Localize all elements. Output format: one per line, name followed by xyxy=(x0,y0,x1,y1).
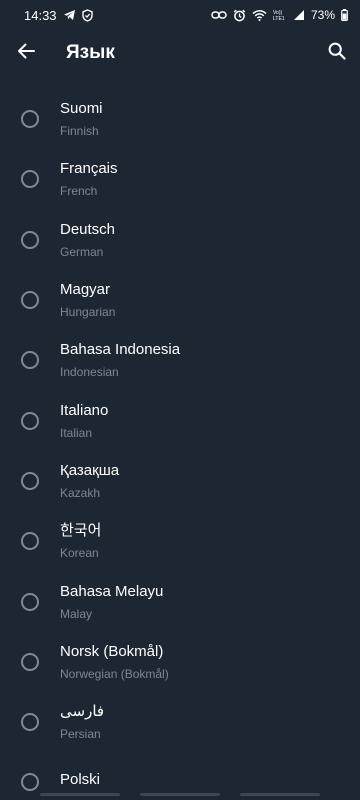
language-item[interactable]: Italiano Italian xyxy=(0,390,360,450)
radio-button[interactable] xyxy=(21,713,39,732)
language-english-name: French xyxy=(60,184,98,199)
language-name: 한국어 xyxy=(60,522,102,540)
item-text: Français French xyxy=(60,159,118,199)
language-english-name: Persian xyxy=(60,727,101,742)
language-item[interactable]: Suomi Finnish xyxy=(0,89,360,149)
language-name: Polski xyxy=(60,771,101,789)
language-english-name: Norwegian (Bokmål) xyxy=(60,666,169,681)
status-time: 14:33 xyxy=(24,7,57,23)
nav-pill-right xyxy=(240,793,320,796)
language-english-name: Malay xyxy=(60,606,93,621)
signal-icon xyxy=(293,9,305,21)
arrow-left-icon xyxy=(17,43,35,64)
status-bar: 14:33 Vo)) LTE1 73% xyxy=(0,0,360,30)
item-text: Deutsch German xyxy=(60,220,115,260)
language-english-name: Indonesian xyxy=(60,365,119,380)
language-english-name: Finnish xyxy=(60,124,99,139)
language-name: Norsk (Bokmål) xyxy=(60,642,164,660)
item-text: 한국어 Korean xyxy=(60,521,101,561)
language-name: Magyar xyxy=(60,281,111,299)
link-icon xyxy=(211,10,227,20)
language-item[interactable]: Қазақша Kazakh xyxy=(0,451,360,511)
language-english-name: Hungarian xyxy=(60,305,116,320)
language-item[interactable]: Magyar Hungarian xyxy=(0,270,360,330)
item-text: Bahasa Indonesia Indonesian xyxy=(60,340,180,380)
item-text: Қазақша Kazakh xyxy=(60,461,119,501)
radio-button[interactable] xyxy=(21,592,39,611)
item-text: Norsk (Bokmål) Norwegian (Bokmål) xyxy=(60,642,169,682)
status-right: Vo)) LTE1 73% xyxy=(211,8,348,22)
volte-icon: Vo)) LTE1 xyxy=(273,9,287,21)
radio-button[interactable] xyxy=(21,411,39,430)
item-text: Suomi Finnish xyxy=(60,99,103,139)
language-name: Deutsch xyxy=(60,220,116,238)
nav-pill-left xyxy=(40,793,120,796)
battery-icon xyxy=(341,9,348,21)
radio-button[interactable] xyxy=(21,170,39,189)
item-text: فارسی Persian xyxy=(60,702,104,742)
search-button[interactable] xyxy=(314,30,360,76)
language-english-name: German xyxy=(60,244,104,259)
language-item[interactable]: Bahasa Melayu Malay xyxy=(0,571,360,631)
item-text: Polski xyxy=(60,770,100,794)
radio-button[interactable] xyxy=(21,652,39,671)
language-item[interactable]: Deutsch German xyxy=(0,210,360,270)
back-button[interactable] xyxy=(0,30,52,76)
language-english-name: Kazakh xyxy=(60,485,101,500)
language-name: Bahasa Indonesia xyxy=(60,341,181,359)
language-item[interactable]: فارسی Persian xyxy=(0,692,360,752)
radio-button[interactable] xyxy=(21,471,39,490)
radio-button[interactable] xyxy=(21,291,39,310)
app-bar: Язык xyxy=(0,30,360,76)
radio-button[interactable] xyxy=(21,351,39,370)
telegram-icon xyxy=(63,9,76,21)
language-item[interactable]: Norsk (Bokmål) Norwegian (Bokmål) xyxy=(0,632,360,692)
nav-pill-center[interactable] xyxy=(140,793,220,796)
page-title: Язык xyxy=(66,42,115,63)
item-text: Italiano Italian xyxy=(60,401,108,441)
language-english-name: Korean xyxy=(60,546,99,561)
language-item[interactable]: Bahasa Indonesia Indonesian xyxy=(0,330,360,390)
language-name: فارسی xyxy=(60,703,105,721)
language-list: Suomi Finnish Français French Deutsch Ge… xyxy=(0,80,360,800)
radio-button[interactable] xyxy=(21,110,39,129)
radio-button[interactable] xyxy=(21,773,39,792)
shield-icon xyxy=(81,8,93,22)
status-left: 14:33 xyxy=(24,8,93,23)
language-english-name: Italian xyxy=(60,425,93,440)
item-text: Magyar Hungarian xyxy=(60,280,115,320)
battery-level: 73% xyxy=(310,8,335,22)
language-name: Suomi xyxy=(60,100,103,118)
search-icon xyxy=(328,42,346,65)
svg-text:LTE1: LTE1 xyxy=(273,16,285,21)
wifi-icon xyxy=(252,9,267,21)
radio-button[interactable] xyxy=(21,230,39,249)
alarm-icon xyxy=(233,9,246,22)
screen: 14:33 Vo)) LTE1 73% Язык Suomi Finnish F… xyxy=(0,0,360,800)
radio-button[interactable] xyxy=(21,532,39,551)
item-text: Bahasa Melayu Malay xyxy=(60,582,163,622)
language-item[interactable]: 한국어 Korean xyxy=(0,511,360,571)
language-name: Français xyxy=(60,160,118,178)
language-name: Italiano xyxy=(60,401,109,419)
language-name: Bahasa Melayu xyxy=(60,582,164,600)
language-name: Қазақша xyxy=(60,461,120,479)
language-item[interactable]: Français French xyxy=(0,149,360,209)
